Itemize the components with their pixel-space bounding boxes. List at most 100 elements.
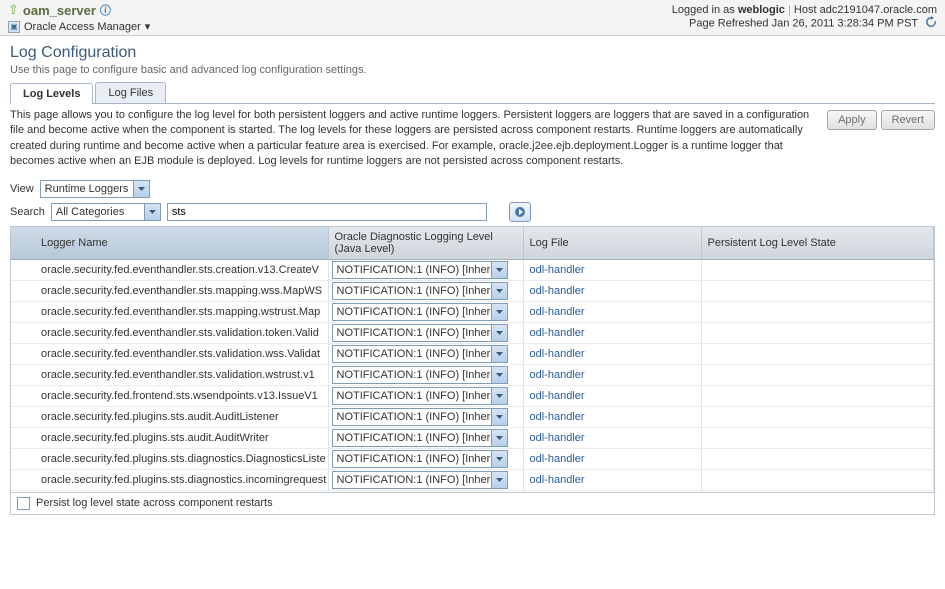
chevron-down-icon (491, 325, 507, 341)
action-buttons: Apply Revert (827, 108, 935, 130)
chevron-down-icon (144, 204, 160, 220)
log-level-select[interactable]: NOTIFICATION:1 (INFO) [Inherit (332, 261, 508, 279)
table-row[interactable]: oracle.security.fed.plugins.sts.audit.Au… (11, 406, 934, 427)
tabs-bar: Log Levels Log Files (10, 82, 935, 104)
log-level-value: NOTIFICATION:1 (INFO) [Inherit (333, 411, 507, 423)
log-file-link[interactable]: odl-handler (530, 369, 585, 381)
log-level-select[interactable]: NOTIFICATION:1 (INFO) [Inherit (332, 408, 508, 426)
log-level-select[interactable]: NOTIFICATION:1 (INFO) [Inherit (332, 366, 508, 384)
header-right: Logged in as weblogic | Host adc2191047.… (672, 4, 937, 31)
log-file-cell: odl-handler (523, 385, 701, 406)
log-level-select[interactable]: NOTIFICATION:1 (INFO) [Inherit (332, 324, 508, 342)
logger-name-cell: oracle.security.fed.eventhandler.sts.val… (11, 343, 328, 364)
server-name: oam_server (23, 3, 96, 18)
logger-name-cell: oracle.security.fed.eventhandler.sts.cre… (11, 259, 328, 280)
log-level-select[interactable]: NOTIFICATION:1 (INFO) [Inherit (332, 471, 508, 489)
persist-state-cell (701, 280, 934, 301)
tab-content-row: This page allows you to configure the lo… (10, 104, 935, 176)
log-file-cell: odl-handler (523, 469, 701, 490)
log-file-link[interactable]: odl-handler (530, 453, 585, 465)
log-file-link[interactable]: odl-handler (530, 432, 585, 444)
log-level-cell: NOTIFICATION:1 (INFO) [Inherit (328, 301, 523, 322)
tab-log-levels[interactable]: Log Levels (10, 83, 93, 104)
persist-label: Persist log level state across component… (36, 497, 273, 509)
table-row[interactable]: oracle.security.fed.eventhandler.sts.val… (11, 364, 934, 385)
tab-log-files[interactable]: Log Files (95, 82, 166, 103)
log-level-select[interactable]: NOTIFICATION:1 (INFO) [Inherit (332, 303, 508, 321)
log-file-link[interactable]: odl-handler (530, 264, 585, 276)
column-persist-state[interactable]: Persistent Log Level State (701, 227, 934, 260)
column-logger-name[interactable]: Logger Name (11, 227, 328, 260)
log-level-cell: NOTIFICATION:1 (INFO) [Inherit (328, 448, 523, 469)
search-row: Search All Categories (10, 202, 935, 222)
log-file-cell: odl-handler (523, 322, 701, 343)
refresh-icon[interactable] (925, 16, 937, 31)
column-log-file[interactable]: Log File (523, 227, 701, 260)
table-row[interactable]: oracle.security.fed.eventhandler.sts.val… (11, 343, 934, 364)
search-input[interactable] (167, 203, 487, 221)
table-row[interactable]: oracle.security.fed.plugins.sts.audit.Au… (11, 427, 934, 448)
log-level-value: NOTIFICATION:1 (INFO) [Inherit (333, 306, 507, 318)
revert-button[interactable]: Revert (881, 110, 935, 130)
log-file-link[interactable]: odl-handler (530, 285, 585, 297)
table-row[interactable]: oracle.security.fed.eventhandler.sts.map… (11, 280, 934, 301)
page-header: ⇧ oam_server ⓘ ▣ Oracle Access Manager ▾… (0, 0, 945, 36)
tab-description: This page allows you to configure the lo… (10, 108, 819, 170)
log-file-link[interactable]: odl-handler (530, 306, 585, 318)
persist-state-cell (701, 385, 934, 406)
view-label: View (10, 183, 34, 195)
logger-name-cell: oracle.security.fed.plugins.sts.audit.Au… (11, 427, 328, 448)
log-file-link[interactable]: odl-handler (530, 327, 585, 339)
log-level-cell: NOTIFICATION:1 (INFO) [Inherit (328, 343, 523, 364)
category-select[interactable]: All Categories (51, 203, 161, 221)
log-file-cell: odl-handler (523, 301, 701, 322)
log-file-cell: odl-handler (523, 448, 701, 469)
logger-name-cell: oracle.security.fed.frontend.sts.wsendpo… (11, 385, 328, 406)
table-row[interactable]: oracle.security.fed.eventhandler.sts.map… (11, 301, 934, 322)
persist-state-cell (701, 301, 934, 322)
log-file-link[interactable]: odl-handler (530, 411, 585, 423)
logger-name-cell: oracle.security.fed.eventhandler.sts.val… (11, 364, 328, 385)
table-row[interactable]: oracle.security.fed.plugins.sts.diagnost… (11, 448, 934, 469)
logged-in-prefix: Logged in as (672, 4, 738, 16)
column-log-level[interactable]: Oracle Diagnostic Logging Level (Java Le… (328, 227, 523, 260)
info-icon[interactable]: ⓘ (100, 2, 111, 18)
log-file-link[interactable]: odl-handler (530, 348, 585, 360)
logger-name-cell: oracle.security.fed.plugins.sts.diagnost… (11, 448, 328, 469)
log-file-link[interactable]: odl-handler (530, 474, 585, 486)
view-select[interactable]: Runtime Loggers (40, 180, 150, 198)
table-row[interactable]: oracle.security.fed.eventhandler.sts.val… (11, 322, 934, 343)
log-level-cell: NOTIFICATION:1 (INFO) [Inherit (328, 259, 523, 280)
persist-checkbox[interactable] (17, 497, 30, 510)
host-value: adc2191047.oracle.com (820, 4, 937, 16)
up-status-icon: ⇧ (8, 2, 19, 18)
persist-state-cell (701, 448, 934, 469)
log-level-cell: NOTIFICATION:1 (INFO) [Inherit (328, 364, 523, 385)
log-level-select[interactable]: NOTIFICATION:1 (INFO) [Inherit (332, 282, 508, 300)
log-level-select[interactable]: NOTIFICATION:1 (INFO) [Inherit (332, 387, 508, 405)
search-go-button[interactable] (509, 202, 531, 222)
table-row[interactable]: oracle.security.fed.eventhandler.sts.cre… (11, 259, 934, 280)
log-level-select[interactable]: NOTIFICATION:1 (INFO) [Inherit (332, 450, 508, 468)
log-level-select[interactable]: NOTIFICATION:1 (INFO) [Inherit (332, 345, 508, 363)
page-title: Log Configuration (10, 44, 935, 62)
log-file-link[interactable]: odl-handler (530, 390, 585, 402)
view-select-value: Runtime Loggers (45, 183, 129, 195)
chevron-down-icon (491, 367, 507, 383)
log-level-select[interactable]: NOTIFICATION:1 (INFO) [Inherit (332, 429, 508, 447)
persist-state-cell (701, 343, 934, 364)
loggers-table-wrap: Logger Name Oracle Diagnostic Logging Le… (10, 226, 935, 515)
table-row[interactable]: oracle.security.fed.plugins.sts.diagnost… (11, 469, 934, 490)
log-level-cell: NOTIFICATION:1 (INFO) [Inherit (328, 385, 523, 406)
breadcrumb[interactable]: ▣ Oracle Access Manager ▾ (8, 20, 150, 33)
table-row[interactable]: oracle.security.fed.frontend.sts.wsendpo… (11, 385, 934, 406)
page-desc: Use this page to configure basic and adv… (10, 64, 935, 76)
loggers-table-scroll[interactable]: Logger Name Oracle Diagnostic Logging Le… (11, 227, 934, 492)
refreshed-prefix: Page Refreshed (689, 17, 772, 29)
log-level-value: NOTIFICATION:1 (INFO) [Inherit (333, 348, 507, 360)
log-level-value: NOTIFICATION:1 (INFO) [Inherit (333, 390, 507, 402)
log-level-value: NOTIFICATION:1 (INFO) [Inherit (333, 327, 507, 339)
log-level-value: NOTIFICATION:1 (INFO) [Inherit (333, 453, 507, 465)
header-left: ⇧ oam_server ⓘ ▣ Oracle Access Manager ▾ (8, 2, 150, 33)
apply-button[interactable]: Apply (827, 110, 877, 130)
